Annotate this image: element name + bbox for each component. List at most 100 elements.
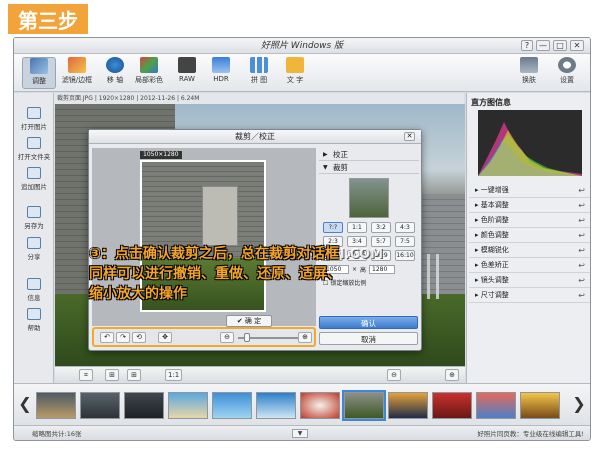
info-icon: [27, 278, 41, 290]
zoom-in-button[interactable]: ⊕: [445, 369, 459, 381]
thumbnail[interactable]: [168, 392, 208, 419]
fit-button[interactable]: ⊞: [105, 369, 119, 381]
fit-screen-button[interactable]: ⊞: [127, 369, 141, 381]
maximize-button[interactable]: □: [553, 40, 567, 51]
sidebar-share[interactable]: 分享: [17, 237, 51, 261]
thumbnail[interactable]: [256, 392, 296, 419]
sidebar-help[interactable]: 帮助: [17, 308, 51, 332]
adjust-item[interactable]: ▸ 一键增强 ↩: [469, 183, 590, 198]
redo-button[interactable]: ↷: [116, 332, 130, 343]
ratio-button[interactable]: ?:?: [323, 222, 343, 233]
tool-raw[interactable]: RAW: [170, 57, 204, 89]
actual-size-button[interactable]: 1:1: [165, 369, 183, 381]
right-panel: 直方图信息 ▸ 一键增强 ↩ ▸ 基本调整 ↩ ▸ 色阶调整 ↩ ▸ 颜色调整 ↩ ▸ …: [466, 93, 590, 383]
cancel-button[interactable]: 取消: [319, 332, 418, 345]
thumbnail[interactable]: [432, 392, 472, 419]
adjust-item[interactable]: ▸ 镜头调整 ↩: [469, 273, 590, 288]
reset-icon[interactable]: ↩: [578, 183, 585, 198]
sidebar-save-as[interactable]: 另存为: [17, 206, 51, 230]
open-image-icon: [27, 107, 41, 119]
histogram-chart: [478, 110, 582, 176]
status-promo: 好照片同页教：专业级在线编辑工具!: [477, 430, 584, 438]
ratio-button[interactable]: 1:1: [347, 222, 367, 233]
sidebar-info[interactable]: 信息: [17, 278, 51, 302]
ratio-button[interactable]: 3:2: [371, 222, 391, 233]
image-info-bar: 裁剪页面.JPG | 1920×1280 | 2012-11-26 | 6.24…: [54, 93, 464, 104]
gear-icon: [558, 57, 576, 73]
adjust-item[interactable]: ▸ 色阶调整 ↩: [469, 213, 590, 228]
close-button[interactable]: ✕: [570, 40, 584, 51]
sidebar-add-image[interactable]: 追加图片: [17, 167, 51, 191]
fit-screen-button[interactable]: ✥: [158, 332, 172, 343]
tool-label: 调整: [32, 77, 46, 85]
ratio-button[interactable]: 7:5: [395, 236, 415, 247]
tool-collage[interactable]: 拼 图: [242, 57, 276, 89]
reset-icon[interactable]: ↩: [578, 273, 585, 288]
reset-icon[interactable]: ↩: [578, 288, 585, 303]
sidebar-label: 打开图片: [21, 123, 47, 131]
confirm-button[interactable]: 确认: [319, 316, 418, 329]
reset-icon[interactable]: ↩: [578, 243, 585, 258]
reset-button[interactable]: ⟲: [132, 332, 146, 343]
thumbnail[interactable]: [80, 392, 120, 419]
tool-label: 换肤: [522, 76, 536, 84]
sidebar-label: 信息: [27, 294, 41, 302]
thumbnail[interactable]: [124, 392, 164, 419]
thumbnail[interactable]: [300, 392, 340, 419]
tool-tilt-shift[interactable]: 移 轴: [98, 57, 132, 89]
local-color-icon: [140, 57, 158, 73]
zoom-out-button[interactable]: ⊖: [220, 332, 234, 343]
adjust-label: 颜色调整: [480, 231, 509, 239]
reset-icon[interactable]: ↩: [578, 213, 585, 228]
zoom-out-button[interactable]: ⊖: [387, 369, 401, 381]
filmstrip-next-icon[interactable]: ❯: [572, 393, 586, 415]
tool-filter[interactable]: 滤镜/边框: [60, 57, 94, 89]
help-button[interactable]: ?: [521, 40, 533, 51]
undo-button[interactable]: ↶: [100, 332, 114, 343]
section-correct[interactable]: 校正: [319, 148, 419, 161]
thumbnail[interactable]: [388, 392, 428, 419]
tool-hdr[interactable]: HDR: [204, 57, 238, 89]
adjust-item[interactable]: ▸ 基本调整 ↩: [469, 198, 590, 213]
dialog-title-bar: 裁剪／校正 ✕: [89, 130, 421, 144]
sidebar-label: 分享: [27, 253, 41, 261]
ratio-button[interactable]: 16:10: [395, 250, 415, 261]
thumbnail[interactable]: [212, 392, 252, 419]
adjust-icon: [30, 58, 48, 74]
tool-local-color[interactable]: 局部彩色: [132, 57, 166, 89]
adjust-item[interactable]: ▸ 尺寸调整 ↩: [469, 288, 590, 303]
tool-skin[interactable]: 换肤: [512, 57, 546, 89]
sidebar-open-folder[interactable]: 打开文件夹: [17, 137, 51, 161]
tool-label: 移 轴: [106, 76, 124, 84]
filmstrip-prev-icon[interactable]: ❮: [18, 393, 32, 415]
confirm-crop-mini-button[interactable]: ✔ 确 定: [226, 315, 272, 327]
adjust-item[interactable]: ▸ 色差矫正 ↩: [469, 258, 590, 273]
thumbnail[interactable]: [36, 392, 76, 419]
zoom-in-button[interactable]: ⊕: [298, 332, 312, 343]
section-crop[interactable]: 裁剪: [319, 161, 419, 174]
reset-icon[interactable]: ↩: [578, 198, 585, 213]
dialog-close-button[interactable]: ✕: [404, 132, 415, 141]
sidebar-label: 追加图片: [21, 183, 47, 191]
collapse-filmstrip-icon[interactable]: ▼: [292, 429, 308, 438]
sidebar-label: 另存为: [24, 222, 44, 230]
minimize-button[interactable]: —: [536, 40, 550, 51]
zoom-slider-handle[interactable]: [244, 333, 250, 342]
adjust-item[interactable]: ▸ 模糊锐化 ↩: [469, 243, 590, 258]
histogram-title: 直方图信息: [471, 98, 511, 107]
adjust-item[interactable]: ▸ 颜色调整 ↩: [469, 228, 590, 243]
tool-adjust[interactable]: 调整: [22, 57, 56, 89]
reset-icon[interactable]: ↩: [578, 228, 585, 243]
crop-tool-button[interactable]: ⌗: [79, 369, 93, 381]
thumbnail[interactable]: [520, 392, 560, 419]
save-as-icon: [27, 206, 41, 218]
thumbnail[interactable]: [476, 392, 516, 419]
crop-photo-door: [202, 186, 238, 246]
sidebar-open-image[interactable]: 打开图片: [17, 107, 51, 131]
thumbnail-selected[interactable]: [342, 390, 386, 421]
ratio-button[interactable]: 4:3: [395, 222, 415, 233]
reset-icon[interactable]: ↩: [578, 258, 585, 273]
tool-settings[interactable]: 设置: [550, 57, 584, 89]
adjust-label: 色阶调整: [480, 216, 509, 224]
tool-text[interactable]: 文 字: [278, 57, 312, 89]
